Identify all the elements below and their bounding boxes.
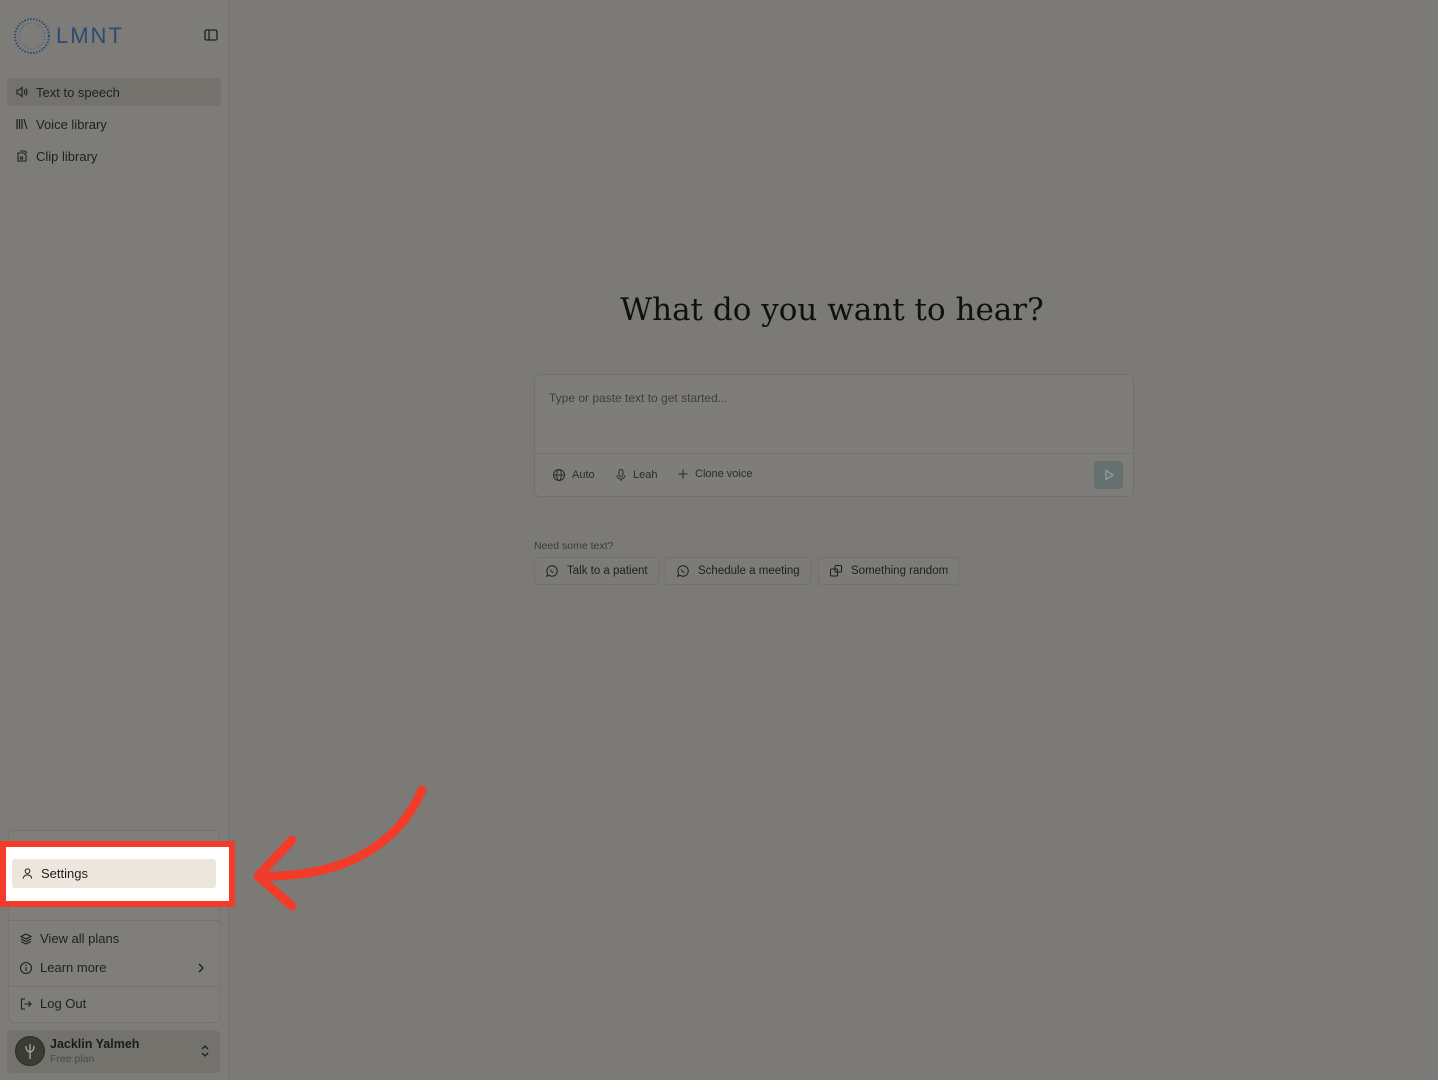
view-all-plans-menu-item[interactable]: View all plans <box>19 931 119 946</box>
sidebar-item-label: Clip library <box>36 148 98 164</box>
log-out-label: Log Out <box>40 996 87 1011</box>
settings-label: Settings <box>41 866 88 881</box>
suggestion-talk-to-patient[interactable]: Talk to a patient <box>534 557 659 585</box>
editor-toolbar: Auto Leah Clone voice <box>535 453 1133 496</box>
log-out-menu-item[interactable]: Log Out <box>19 996 86 1011</box>
sidebar-item-text-to-speech[interactable]: Text to speech <box>7 78 221 106</box>
clone-voice-button[interactable]: Clone voice <box>677 468 752 480</box>
voice-selector[interactable]: Leah <box>615 468 657 482</box>
sidebar-toggle-icon[interactable] <box>203 27 219 43</box>
user-icon <box>22 868 33 879</box>
clip-icon <box>17 150 28 162</box>
globe-icon <box>553 469 565 481</box>
tts-editor: Type or paste text to get started... Aut… <box>534 374 1134 497</box>
chevron-up-down-icon[interactable] <box>199 1043 211 1059</box>
sidebar-item-clip-library[interactable]: Clip library <box>7 142 221 170</box>
speaker-icon <box>16 86 28 98</box>
info-icon <box>19 961 33 974</box>
logo-ring-icon <box>14 18 50 54</box>
sidebar: LMNT Text to speech Voice library Clip l… <box>0 0 235 1080</box>
avatar <box>15 1036 45 1066</box>
sidebar-item-label: Voice library <box>36 116 107 132</box>
learn-more-label: Learn more <box>40 960 107 975</box>
settings-menu-item[interactable]: Settings <box>12 859 216 888</box>
layers-icon <box>19 932 33 945</box>
plus-icon <box>678 469 688 479</box>
annotation-arrow <box>253 785 427 911</box>
view-all-plans-label: View all plans <box>40 931 120 946</box>
play-icon <box>1104 469 1114 481</box>
clone-voice-label: Clone voice <box>695 468 753 480</box>
language-selector[interactable]: Auto <box>552 468 595 482</box>
microphone-icon <box>616 469 626 481</box>
sidebar-nav: Text to speech Voice library Clip librar… <box>7 78 221 174</box>
language-label: Auto <box>572 469 595 481</box>
page-title: What do you want to hear? <box>620 292 1044 328</box>
suggestions-label: Need some text? <box>534 540 614 552</box>
suggestion-label: Talk to a patient <box>567 565 648 577</box>
sidebar-item-label: Text to speech <box>36 84 120 100</box>
user-name: Jacklin Yalmeh <box>50 1037 140 1051</box>
sidebar-item-voice-library[interactable]: Voice library <box>7 110 221 138</box>
suggestion-schedule-meeting[interactable]: Schedule a meeting <box>665 557 811 585</box>
text-input[interactable]: Type or paste text to get started... <box>549 391 728 405</box>
logout-icon <box>20 997 32 1010</box>
menu-divider <box>9 986 219 987</box>
generate-button[interactable] <box>1094 461 1123 489</box>
chat-icon <box>677 565 689 577</box>
learn-more-menu-item[interactable]: Learn more <box>19 960 209 975</box>
logo-text: LMNT <box>56 23 124 48</box>
avatar-emblem-icon <box>25 1044 35 1059</box>
user-account-switcher[interactable]: Jacklin Yalmeh Free plan <box>7 1030 220 1073</box>
suggestion-label: Something random <box>851 565 949 577</box>
library-icon <box>16 118 28 130</box>
chevron-right-icon <box>198 963 204 972</box>
logo[interactable]: LMNT <box>12 16 124 56</box>
shuffle-icon <box>830 565 842 577</box>
user-plan: Free plan <box>50 1053 95 1065</box>
suggestion-label: Schedule a meeting <box>698 565 800 577</box>
menu-divider <box>9 920 219 921</box>
voice-label: Leah <box>633 469 658 481</box>
suggestion-something-random[interactable]: Something random <box>818 557 960 585</box>
chat-icon <box>546 565 558 577</box>
